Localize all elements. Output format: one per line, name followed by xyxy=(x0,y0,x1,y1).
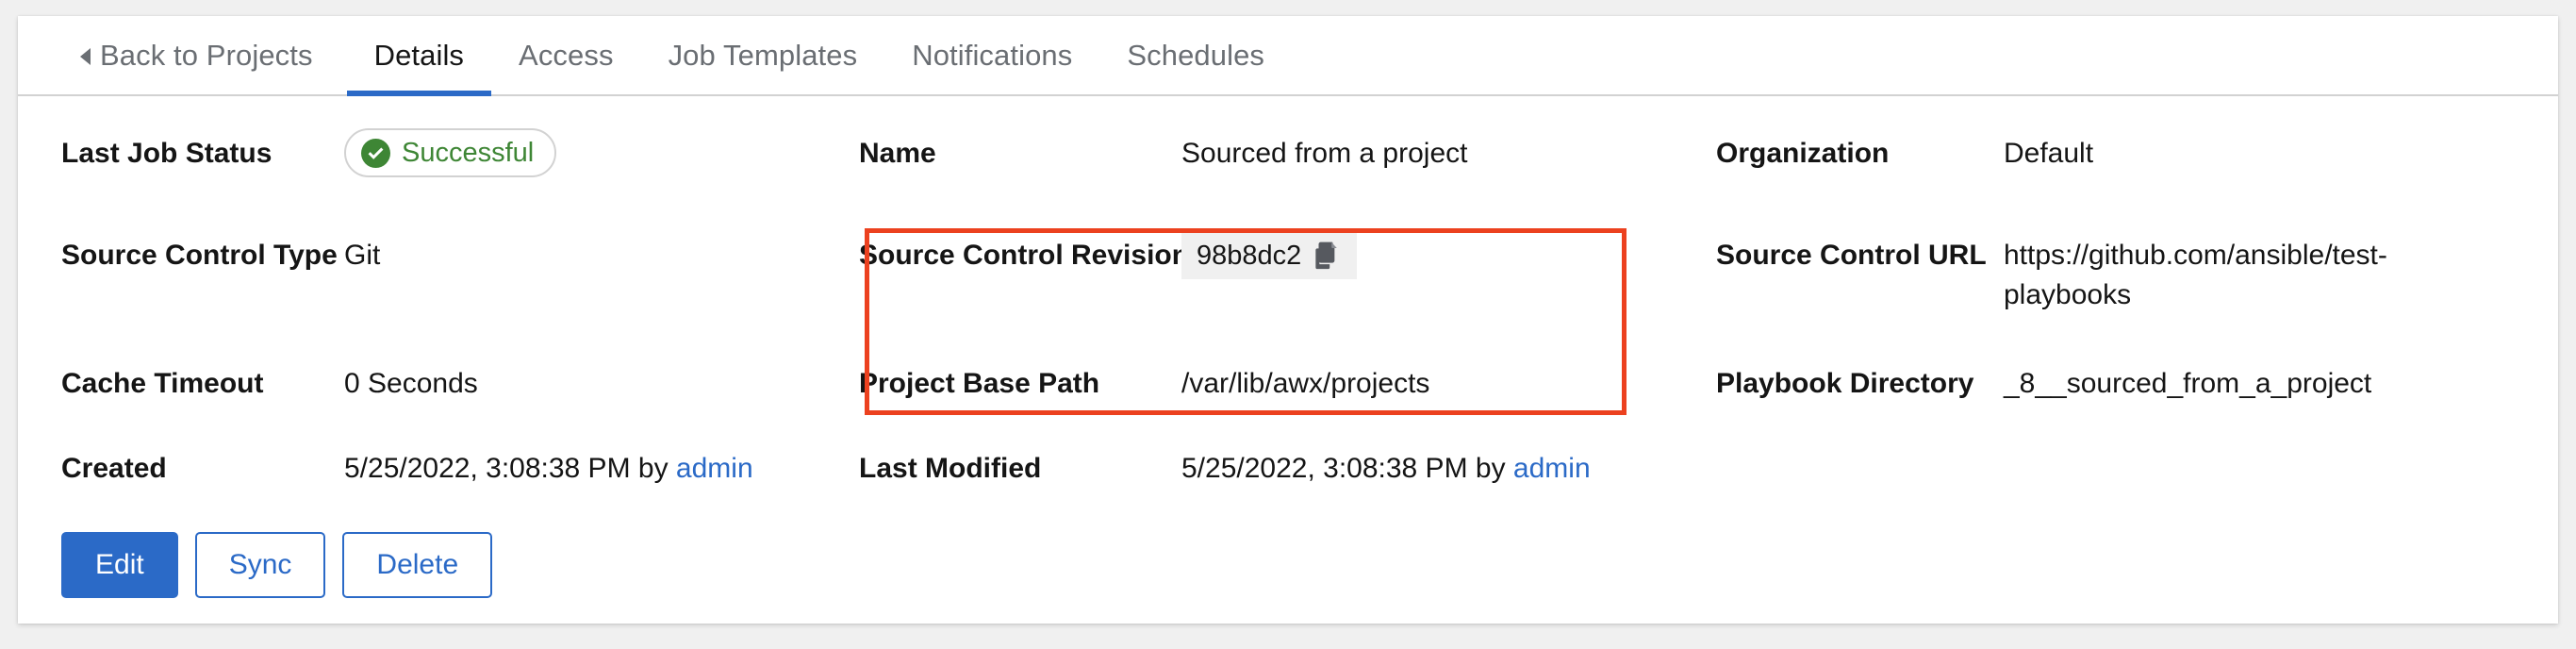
tab-job-templates[interactable]: Job Templates xyxy=(641,16,885,94)
detail-value: 5/25/2022, 3:08:38 PM by admin xyxy=(1181,449,1591,489)
detail-source-control-revision: Source Control Revision 98b8dc2 xyxy=(838,231,1692,315)
detail-label: Project Base Path xyxy=(859,367,1100,399)
sync-button[interactable]: Sync xyxy=(194,531,326,598)
detail-value: Successful xyxy=(344,128,557,185)
detail-label: Last Job Status xyxy=(61,138,272,169)
detail-value: Sourced from a project xyxy=(1181,138,1468,169)
created-by-user-link[interactable]: admin xyxy=(676,453,753,484)
last-modified-timestamp: 5/25/2022, 3:08:38 PM by xyxy=(1181,452,1513,484)
detail-source-control-url: Source Control URL https://github.com/an… xyxy=(1692,236,2558,315)
row-spacer xyxy=(18,315,2558,364)
row-spacer xyxy=(18,404,2558,449)
delete-button[interactable]: Delete xyxy=(342,531,493,598)
tab-label: Schedules xyxy=(1127,38,1265,72)
revision-value: 98b8dc2 xyxy=(1197,240,1302,271)
detail-label: Last Modified xyxy=(859,452,1042,484)
tab-label: Notifications xyxy=(912,38,1073,72)
detail-label: Created xyxy=(61,452,167,484)
details-body: Last Job Status Successful Name Sourced … xyxy=(18,96,2558,598)
detail-label: Organization xyxy=(1716,138,1890,169)
page-root: Back to Projects Details Access Job Temp… xyxy=(0,0,2576,649)
last-modified-by-user-link[interactable]: admin xyxy=(1513,453,1591,484)
detail-cache-timeout: Cache Timeout 0 Seconds xyxy=(18,364,838,404)
status-badge-label: Successful xyxy=(402,138,535,168)
detail-label: Name xyxy=(859,138,936,169)
created-timestamp: 5/25/2022, 3:08:38 PM by xyxy=(344,452,676,484)
action-button-row: Edit Sync Delete xyxy=(18,531,2558,598)
tab-notifications[interactable]: Notifications xyxy=(884,16,1099,94)
detail-label: Playbook Directory xyxy=(1716,367,1974,399)
detail-label: Cache Timeout xyxy=(61,367,264,399)
tab-schedules[interactable]: Schedules xyxy=(1099,16,1292,94)
detail-playbook-directory: Playbook Directory _8__sourced_from_a_pr… xyxy=(1692,364,2558,404)
detail-value: 98b8dc2 xyxy=(1181,231,1358,283)
details-grid-row-1: Last Job Status Successful Name Sourced … xyxy=(18,96,2558,185)
detail-last-modified: Last Modified 5/25/2022, 3:08:38 PM by a… xyxy=(838,449,1692,489)
check-circle-icon xyxy=(361,138,390,168)
row-spacer xyxy=(18,185,2558,236)
tab-bar: Back to Projects Details Access Job Temp… xyxy=(18,16,2558,96)
project-details-card: Back to Projects Details Access Job Temp… xyxy=(18,16,2558,624)
status-badge[interactable]: Successful xyxy=(344,128,557,177)
detail-label: Source Control Type xyxy=(61,239,338,271)
detail-organization: Organization Default xyxy=(1692,134,2558,185)
organization-link[interactable]: Default xyxy=(2004,134,2093,174)
tab-label: Details xyxy=(373,38,465,72)
tab-access[interactable]: Access xyxy=(491,16,641,94)
detail-value: /var/lib/awx/projects xyxy=(1181,367,1430,399)
tab-label: Access xyxy=(519,38,614,72)
details-grid-row-2: Source Control Type Git Source Control R… xyxy=(18,231,2558,315)
detail-empty xyxy=(1692,449,2558,489)
tab-label: Back to Projects xyxy=(100,38,313,72)
detail-label: Source Control URL xyxy=(1716,239,1987,271)
details-grid-row-3: Cache Timeout 0 Seconds Project Base Pat… xyxy=(18,364,2558,404)
detail-value: 0 Seconds xyxy=(344,367,478,399)
detail-project-base-path: Project Base Path /var/lib/awx/projects xyxy=(838,364,1692,404)
detail-value: 5/25/2022, 3:08:38 PM by admin xyxy=(344,449,753,489)
copy-icon[interactable] xyxy=(1314,241,1342,270)
edit-button[interactable]: Edit xyxy=(61,531,178,598)
detail-source-control-type: Source Control Type Git xyxy=(18,236,838,315)
detail-value: _8__sourced_from_a_project xyxy=(2004,367,2372,399)
detail-name: Name Sourced from a project xyxy=(838,134,1692,185)
details-grid-row-4: Created 5/25/2022, 3:08:38 PM by admin L… xyxy=(18,449,2558,489)
detail-value: https://github.com/ansible/test-playbook… xyxy=(2004,239,2387,310)
detail-last-job-status: Last Job Status Successful xyxy=(18,128,838,185)
tab-back-to-projects[interactable]: Back to Projects xyxy=(61,16,347,94)
tab-details[interactable]: Details xyxy=(346,16,492,96)
tab-label: Job Templates xyxy=(668,38,858,72)
revision-chip: 98b8dc2 xyxy=(1181,231,1358,279)
detail-value: Git xyxy=(344,239,381,271)
caret-left-icon xyxy=(80,47,91,65)
detail-created: Created 5/25/2022, 3:08:38 PM by admin xyxy=(18,449,838,489)
detail-label: Source Control Revision xyxy=(859,239,1190,271)
